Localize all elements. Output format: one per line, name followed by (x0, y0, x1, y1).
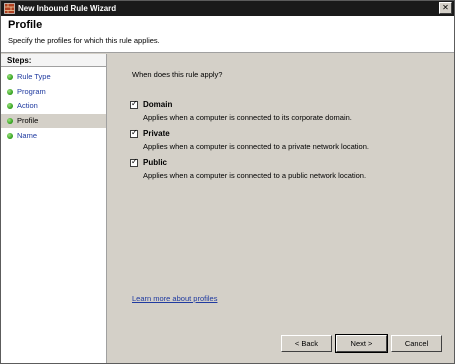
firewall-icon (4, 3, 15, 14)
step-action[interactable]: Action (1, 99, 106, 113)
page-title: Profile (8, 19, 43, 31)
step-label: Program (17, 87, 46, 96)
public-checkbox[interactable]: ✓ (130, 157, 138, 167)
step-label: Name (17, 131, 38, 140)
green-dot-icon (7, 89, 13, 95)
green-dot-icon (7, 103, 13, 109)
domain-checkbox[interactable]: ✓ (130, 99, 138, 109)
option-description: Applies when a computer is connected to … (143, 113, 352, 122)
checkmark-icon: ✓ (131, 157, 138, 166)
option-name: Private (143, 129, 170, 138)
page-subtitle: Specify the profiles for which this rule… (8, 36, 160, 45)
checkmark-icon: ✓ (131, 99, 138, 108)
steps-sidebar: Steps: Rule Type Program Action Profile … (1, 54, 107, 363)
back-button[interactable]: < Back (281, 335, 332, 352)
step-rule-type[interactable]: Rule Type (1, 70, 106, 84)
green-dot-icon (7, 74, 13, 80)
option-description: Applies when a computer is connected to … (143, 142, 369, 151)
step-name[interactable]: Name (1, 129, 106, 143)
step-label: Rule Type (17, 72, 51, 81)
step-profile[interactable]: Profile (1, 114, 106, 128)
green-dot-icon (7, 133, 13, 139)
option-description: Applies when a computer is connected to … (143, 171, 367, 180)
step-program[interactable]: Program (1, 85, 106, 99)
learn-more-link[interactable]: Learn more about profiles (132, 294, 217, 303)
close-icon: ✕ (442, 3, 449, 12)
option-name: Domain (143, 100, 173, 109)
next-button[interactable]: Next > (335, 334, 388, 353)
option-name: Public (143, 158, 168, 167)
title-bar: New Inbound Rule Wizard ✕ (1, 1, 454, 16)
green-dot-icon (7, 118, 13, 124)
cancel-button[interactable]: Cancel (391, 335, 442, 352)
question-label: When does this rule apply? (132, 70, 223, 79)
close-button[interactable]: ✕ (439, 2, 452, 14)
option-private: ✓ Private Applies when a computer is con… (130, 128, 440, 159)
main-content: When does this rule apply? ✓ Domain Appl… (108, 54, 454, 363)
window-title: New Inbound Rule Wizard (18, 4, 117, 13)
step-label: Profile (17, 116, 39, 125)
wizard-window: New Inbound Rule Wizard ✕ Profile Specif… (0, 0, 455, 364)
checkmark-icon: ✓ (131, 128, 138, 137)
step-label: Action (17, 101, 38, 110)
option-public: ✓ Public Applies when a computer is conn… (130, 157, 440, 188)
page-header: Profile Specify the profiles for which t… (1, 16, 454, 53)
steps-heading-label: Steps: (7, 56, 32, 65)
steps-heading: Steps: (1, 54, 106, 67)
option-domain: ✓ Domain Applies when a computer is conn… (130, 99, 440, 130)
private-checkbox[interactable]: ✓ (130, 128, 138, 138)
